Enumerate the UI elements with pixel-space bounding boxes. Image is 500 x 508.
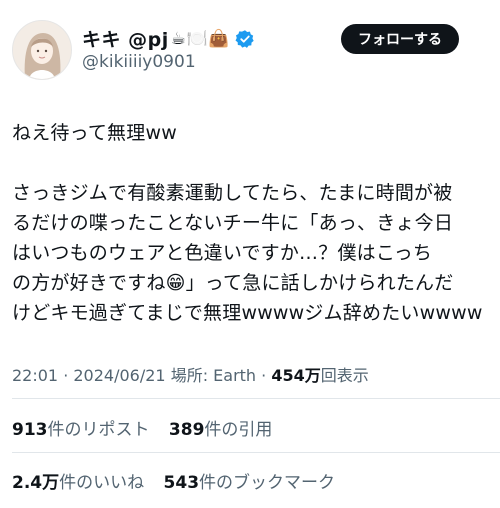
avatar[interactable] [12, 20, 72, 80]
likes-label: 件のいいね [59, 473, 145, 493]
quotes-count: 389 [168, 420, 205, 440]
post-date[interactable]: 2024/06/21 [73, 366, 165, 385]
views-label: 回表示 [320, 366, 369, 385]
reposts-stat[interactable]: 913件のリポスト [12, 420, 150, 440]
follow-button[interactable]: フォローする [341, 24, 459, 54]
bookmarks-label: 件のブックマーク [199, 473, 336, 493]
verified-badge-icon [235, 29, 255, 49]
reposts-count: 913 [12, 420, 48, 440]
bookmarks-count: 543 [163, 473, 200, 493]
user-handle[interactable]: @kikiiiiy0901 [82, 52, 196, 72]
display-name-row[interactable]: キキ @pj ☕🍽️👜 [82, 25, 255, 52]
name-emojis: ☕🍽️👜 [170, 28, 230, 49]
meta-separator: · [58, 366, 74, 385]
reposts-label: 件のリポスト [47, 420, 150, 440]
tweet-detail: キキ @pj ☕🍽️👜 @kikiiiiy0901 フォローする ねえ待って無理… [0, 0, 500, 508]
stats-row-reposts: 913件のリポスト 389件の引用 [12, 415, 286, 440]
divider [12, 398, 500, 399]
post-meta: 22:01 · 2024/06/21 場所: Earth · 454万回表示 [12, 362, 369, 386]
divider [12, 452, 500, 453]
bookmarks-stat[interactable]: 543件のブックマーク [164, 473, 336, 493]
views-count: 454万 [271, 366, 321, 385]
display-name[interactable]: キキ @pj [82, 25, 169, 52]
likes-count: 2.4万 [12, 473, 60, 493]
quotes-label: 件の引用 [204, 420, 273, 440]
post-location: 場所: Earth [170, 366, 257, 385]
avatar-illustration [13, 21, 71, 79]
stats-row-likes: 2.4万件のいいね 543件のブックマーク [12, 468, 349, 493]
post-text: ねえ待って無理ww さっきジムで有酸素運動してたら、たまに時間が被 るだけの喋っ… [12, 122, 483, 324]
likes-stat[interactable]: 2.4万件のいいね [12, 473, 144, 493]
post-time[interactable]: 22:01 [12, 366, 58, 385]
quotes-stat[interactable]: 389件の引用 [169, 420, 273, 440]
meta-separator: · [256, 366, 272, 385]
